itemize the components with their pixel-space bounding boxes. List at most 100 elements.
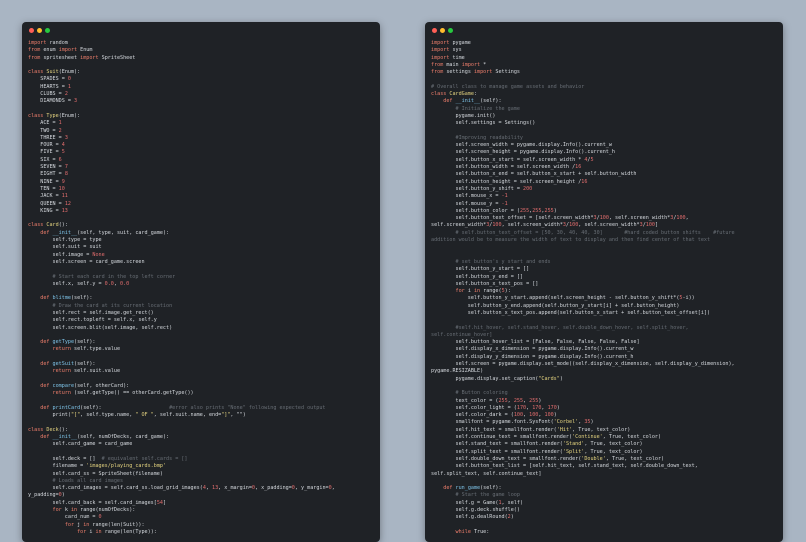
code-token: (self): bbox=[80, 404, 170, 411]
window-titlebar bbox=[22, 22, 380, 38]
code-token: -1 bbox=[501, 200, 508, 207]
code-token: compare bbox=[49, 382, 75, 389]
code-token: self.type = type bbox=[28, 237, 102, 244]
code-token: 3 bbox=[74, 98, 78, 105]
code-token: self.card_images = self.card_ss.load_gri… bbox=[28, 485, 203, 492]
code-line: self.g.dealRound(2) bbox=[431, 514, 779, 521]
code-token: # Start each card in the top left corner bbox=[28, 273, 176, 280]
code-line: return self.type.value bbox=[28, 346, 376, 353]
code-token: #self.hit_hover, self.stand_hover, self.… bbox=[431, 324, 689, 331]
code-token: self.button_x_text_pos = [] bbox=[431, 280, 539, 287]
code-token: (self): bbox=[480, 98, 502, 105]
code-token: self.type.value bbox=[70, 346, 121, 353]
code-token: range(len(Type)): bbox=[101, 528, 157, 535]
code-token: blitme bbox=[49, 295, 71, 302]
code-line: self.button_x_text_pos = [] bbox=[431, 281, 779, 288]
code-token: from bbox=[431, 61, 444, 68]
code-token: import bbox=[431, 54, 450, 61]
close-dot-icon[interactable] bbox=[29, 28, 34, 33]
code-token: pygame.display.set_caption( bbox=[431, 375, 539, 382]
code-token: self.suit = suit bbox=[28, 244, 102, 251]
code-token: for bbox=[64, 521, 75, 528]
code-token: 'Hit' bbox=[556, 426, 573, 433]
code-line: self.mouse_x = -1 bbox=[431, 193, 779, 200]
code-token: EIGHT = bbox=[28, 171, 65, 178]
code-token: getType bbox=[49, 339, 75, 346]
code-token: run_game bbox=[452, 485, 481, 492]
code-token: -1 bbox=[501, 193, 508, 200]
code-line: class Type(Enum): bbox=[28, 113, 376, 120]
code-token: self.x, self.y = bbox=[28, 280, 105, 287]
code-token: (Enum): bbox=[58, 69, 81, 76]
code-token: self.card_back = self.card_images[ bbox=[28, 499, 157, 506]
code-token: self.rect = self.image.get_rect() bbox=[28, 309, 154, 316]
code-token: QUEEN = bbox=[28, 200, 65, 207]
code-token: 5 bbox=[61, 149, 65, 156]
code-window-right: import pygame import sys import time from m… bbox=[425, 22, 783, 542]
code-line: def __init__(self): bbox=[431, 98, 779, 105]
minimize-dot-icon[interactable] bbox=[37, 28, 42, 33]
code-token: self.button_x_text_pos.append(self.butto… bbox=[431, 309, 711, 316]
code-token: 200 bbox=[523, 185, 533, 192]
code-token: Enum bbox=[77, 47, 93, 54]
code-token: self.deck = [] bbox=[28, 455, 102, 462]
code-token: # Initialize the game bbox=[431, 105, 520, 112]
code-token: import bbox=[58, 47, 78, 54]
code-line: smallfont = pygame.font.SysFont('Corbel'… bbox=[431, 419, 779, 426]
code-token: 255 bbox=[519, 207, 530, 214]
code-token: SEVEN = bbox=[28, 164, 65, 171]
code-line: def __init__(self, type, suit, card_game… bbox=[28, 230, 376, 237]
code-line: from main import * bbox=[431, 62, 779, 69]
code-line: # Initialize the game bbox=[431, 106, 779, 113]
code-token: self.settings = Settings() bbox=[431, 120, 536, 127]
code-token: ] bbox=[162, 499, 167, 506]
code-line: self.g = Game(1, self) bbox=[431, 500, 779, 507]
code-line: EIGHT = 8 bbox=[28, 171, 376, 178]
code-line: self.screen = pygame.display.set_mode((s… bbox=[431, 361, 779, 368]
code-token: self.stand_text = smallfont.render( bbox=[431, 441, 563, 448]
code-token: self.screen.blit(self.image, self.rect) bbox=[28, 324, 173, 331]
code-line: for j in range(len(Suit)): bbox=[28, 522, 376, 529]
code-token: SpriteSheet bbox=[98, 54, 136, 61]
minimize-dot-icon[interactable] bbox=[440, 28, 445, 33]
code-token: self.screen_height = pygame.display.Info… bbox=[431, 149, 616, 156]
maximize-dot-icon[interactable] bbox=[45, 28, 50, 33]
code-token: ) bbox=[553, 207, 557, 214]
code-token: 7 bbox=[64, 164, 68, 171]
code-line: SIX = 6 bbox=[28, 157, 376, 164]
code-line: HEARTS = 1 bbox=[28, 84, 376, 91]
code-token: import bbox=[80, 54, 99, 61]
code-token: 255 bbox=[529, 397, 539, 404]
code-token: self.rect.topleft = self.x, self.y bbox=[28, 317, 157, 324]
code-token: random bbox=[46, 40, 68, 46]
code-line: text_color = (255, 255, 255) bbox=[431, 398, 779, 405]
code-line: return self.suit.value bbox=[28, 368, 376, 375]
code-line: self.screen_width = pygame.display.Info(… bbox=[431, 142, 779, 149]
code-token: printCard bbox=[49, 404, 81, 411]
maximize-dot-icon[interactable] bbox=[448, 28, 453, 33]
code-token: addition would be to measure the width o… bbox=[431, 237, 711, 244]
code-line: # Draw the card at its current location bbox=[28, 303, 376, 310]
code-token: while bbox=[455, 528, 471, 535]
code-line: # Overall class to manage game assets an… bbox=[431, 84, 779, 91]
code-token: i bbox=[464, 288, 474, 295]
code-line: self.button_width = self.screen_width /1… bbox=[431, 164, 779, 171]
code-token: self.color_light = ( bbox=[431, 404, 517, 411]
code-token: 16 bbox=[581, 178, 588, 185]
code-token: self.screen = card_game.screen bbox=[28, 258, 145, 265]
code-token: return bbox=[52, 346, 71, 353]
code-token: , bbox=[331, 485, 335, 492]
close-dot-icon[interactable] bbox=[432, 28, 437, 33]
code-token: self.button_x_start = self.screen_width … bbox=[431, 156, 585, 163]
code-token: TEN = bbox=[28, 185, 59, 192]
code-token: class bbox=[28, 69, 44, 76]
code-token: # Start the game loop bbox=[431, 492, 520, 499]
code-token: (self.getType() == otherCard.getType()) bbox=[70, 390, 194, 397]
